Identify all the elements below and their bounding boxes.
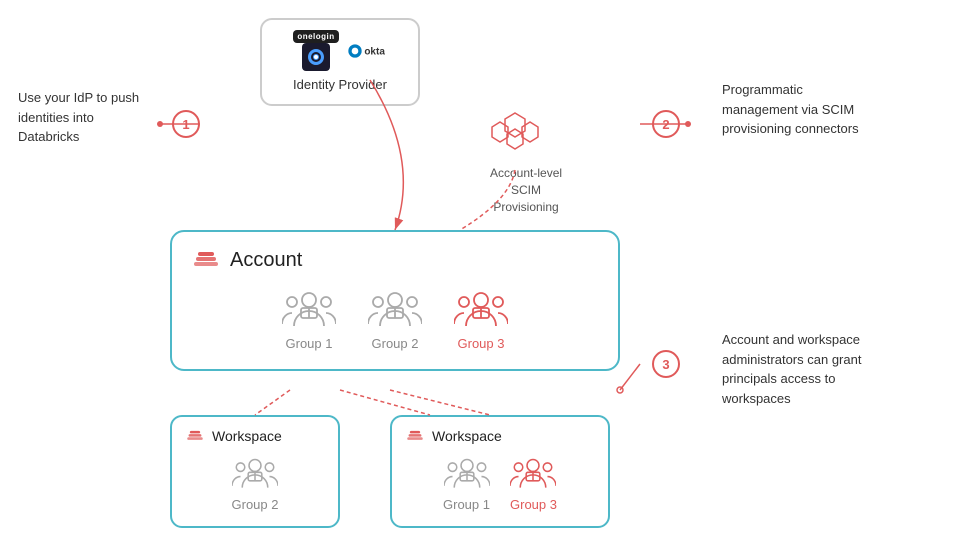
workspace-1-header: Workspace	[186, 427, 324, 445]
account-group-3-label: Group 3	[458, 336, 505, 351]
identity-provider-box: onelogin okta Identity Provider	[260, 18, 420, 106]
scim-line1: Account-level	[490, 166, 562, 180]
ws1-group-2: Group 2	[232, 455, 279, 512]
workspace-1-icon	[186, 427, 204, 445]
right-description-2: Programmatic management via SCIM provisi…	[722, 80, 942, 139]
account-group-2: Group 2	[368, 288, 422, 351]
ws2-group-1: Group 1	[443, 455, 490, 512]
databricks-icon	[192, 246, 220, 274]
group-2-icon	[368, 288, 422, 332]
group-1-icon	[282, 288, 336, 332]
account-group-3: Group 3	[454, 288, 508, 351]
account-title: Account	[230, 249, 302, 272]
diagram-container: Use your IdP to push identities into Dat…	[0, 0, 960, 540]
idp-label: Identity Provider	[293, 77, 387, 92]
workspace-2-groups: Group 1 Group 3	[406, 455, 594, 512]
workspace-2-icon	[406, 427, 424, 445]
scim-line3: Provisioning	[493, 200, 558, 214]
right-description-3: Account and workspace administrators can…	[722, 330, 942, 408]
okta-logo: okta	[347, 40, 387, 62]
step-3-circle: 3	[652, 350, 680, 378]
group-3-icon	[454, 288, 508, 332]
step-1-circle: 1	[172, 110, 200, 138]
ws2-group-1-label: Group 1	[443, 497, 490, 512]
account-group-2-label: Group 2	[372, 336, 419, 351]
onelogin-icon	[302, 43, 330, 71]
workspace-2-header: Workspace	[406, 427, 594, 445]
ws1-group-2-label: Group 2	[232, 497, 279, 512]
account-box: Account Group 1	[170, 230, 620, 371]
ws1-group-2-icon	[232, 455, 278, 493]
workspace-1-box: Workspace Group 2	[170, 415, 340, 528]
scim-section: Account-level SCIM Provisioning	[490, 108, 562, 215]
ws2-group-3-icon	[510, 455, 556, 493]
scim-line2: SCIM	[511, 183, 541, 197]
left-description: Use your IdP to push identities into Dat…	[18, 88, 158, 147]
workspace-1-groups: Group 2	[186, 455, 324, 512]
workspace-2-title: Workspace	[432, 428, 502, 444]
svg-text:okta: okta	[364, 46, 385, 57]
idp-logos: onelogin okta	[293, 30, 386, 71]
step-2-circle: 2	[652, 110, 680, 138]
ws2-group-3: Group 3	[510, 455, 557, 512]
account-group-1-label: Group 1	[286, 336, 333, 351]
account-groups-row: Group 1 Group 2	[192, 288, 598, 351]
account-group-1: Group 1	[282, 288, 336, 351]
ws2-group-1-icon	[444, 455, 490, 493]
workspace-2-box: Workspace Group 1	[390, 415, 610, 528]
workspace-1-title: Workspace	[212, 428, 282, 444]
ws2-group-3-label: Group 3	[510, 497, 557, 512]
account-header: Account	[192, 246, 598, 274]
onelogin-logo: onelogin	[293, 30, 338, 43]
scim-icon	[490, 108, 540, 158]
